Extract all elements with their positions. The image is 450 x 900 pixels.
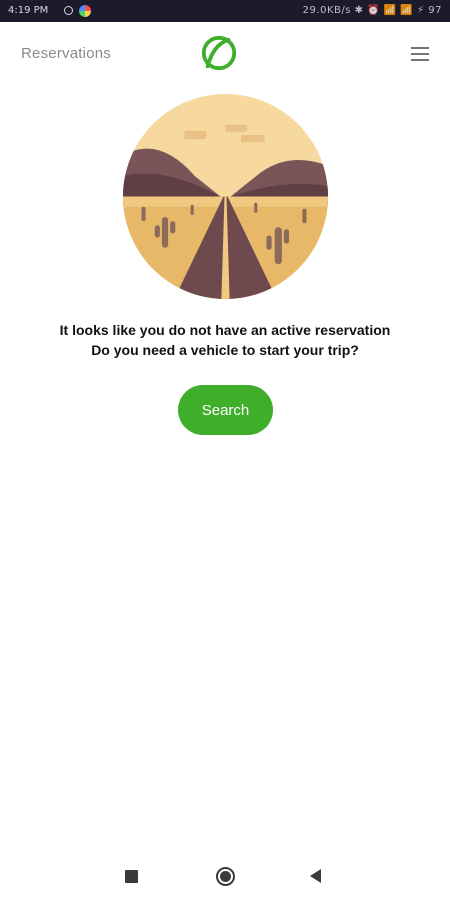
empty-state-message: It looks like you do not have an active … — [0, 320, 450, 360]
triangle-back-icon[interactable] — [310, 869, 321, 883]
hamburger-menu-icon[interactable] — [405, 42, 435, 66]
status-bar: 4:19 PM 29.0KB/s ✱ ⏰ 📶 📶 ⚡ 97 — [0, 0, 450, 22]
empty-state-line-2: Do you need a vehicle to start your trip… — [91, 342, 359, 358]
square-recents-icon[interactable] — [125, 870, 138, 883]
empty-state-line-1: It looks like you do not have an active … — [59, 322, 391, 338]
menu-line — [411, 53, 429, 55]
leaf-logo-icon — [201, 35, 237, 71]
circle-home-icon[interactable] — [216, 867, 235, 886]
search-button[interactable]: Search — [178, 385, 273, 435]
menu-line — [411, 47, 429, 49]
system-nav-bar — [0, 855, 450, 900]
sync-icon — [64, 6, 73, 15]
status-indicators: 29.0KB/s ✱ ⏰ 📶 📶 ⚡ 97 — [302, 5, 442, 16]
desert-road-illustration — [123, 94, 328, 299]
app-bar: Reservations — [0, 22, 450, 84]
page-title: Reservations — [21, 45, 111, 62]
app-notification-icon — [79, 5, 91, 17]
menu-line — [411, 59, 429, 61]
status-time: 4:19 PM — [8, 5, 49, 16]
